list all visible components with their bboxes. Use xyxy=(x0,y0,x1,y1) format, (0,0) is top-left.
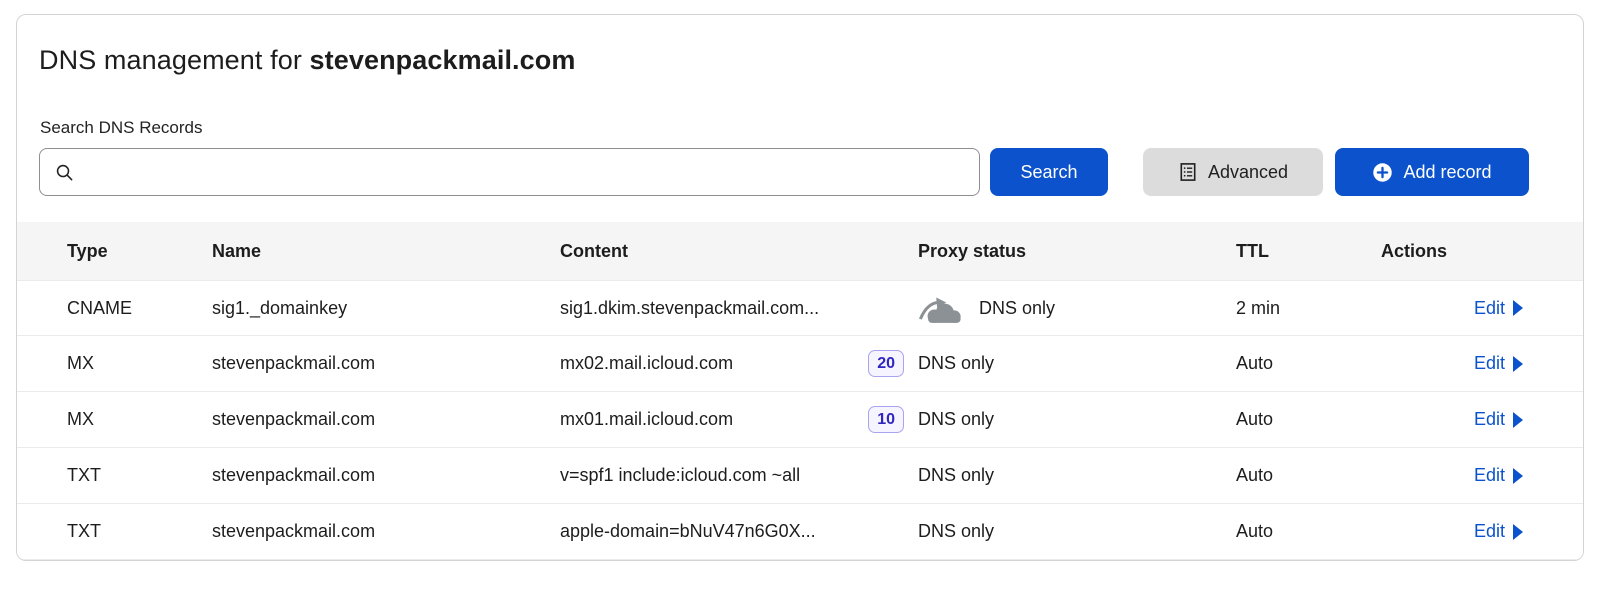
edit-link[interactable]: Edit xyxy=(1474,353,1523,374)
edit-caret-icon xyxy=(1513,524,1523,540)
edit-caret-icon xyxy=(1513,412,1523,428)
cell-ttl: Auto xyxy=(1236,465,1381,486)
priority-badge: 20 xyxy=(868,350,904,377)
add-record-button[interactable]: Add record xyxy=(1335,148,1529,196)
record-content-text: apple-domain=bNuV47n6G0X... xyxy=(560,521,816,542)
dns-management-card: DNS management for stevenpackmail.com Se… xyxy=(16,14,1584,561)
cloud-arrow-icon xyxy=(918,293,964,324)
proxy-status-text: DNS only xyxy=(918,353,994,374)
cell-record-name: stevenpackmail.com xyxy=(212,353,560,374)
cell-proxy-status: DNS only xyxy=(918,353,1236,374)
list-document-icon xyxy=(1178,162,1198,182)
edit-link[interactable]: Edit xyxy=(1474,465,1523,486)
record-content-text: sig1.dkim.stevenpackmail.com... xyxy=(560,298,819,319)
page-title-domain: stevenpackmail.com xyxy=(310,45,576,75)
cell-proxy-status: DNS only xyxy=(918,409,1236,430)
proxy-status-text: DNS only xyxy=(918,465,994,486)
edit-caret-icon xyxy=(1513,356,1523,372)
cell-record-content: apple-domain=bNuV47n6G0X... xyxy=(560,521,918,542)
edit-link-label: Edit xyxy=(1474,465,1505,486)
cell-ttl: Auto xyxy=(1236,353,1381,374)
search-label: Search DNS Records xyxy=(40,118,1561,138)
cell-record-content: sig1.dkim.stevenpackmail.com... xyxy=(560,298,918,319)
cell-ttl: 2 min xyxy=(1236,298,1381,319)
cell-actions: Edit xyxy=(1381,353,1523,374)
advanced-button[interactable]: Advanced xyxy=(1143,148,1323,196)
proxy-status-text: DNS only xyxy=(979,298,1055,319)
cell-proxy-status: DNS only xyxy=(918,465,1236,486)
search-row: Search Advanced xyxy=(39,148,1529,196)
edit-caret-icon xyxy=(1513,300,1523,316)
edit-caret-icon xyxy=(1513,468,1523,484)
cell-record-type: MX xyxy=(67,353,212,374)
search-icon xyxy=(54,162,75,183)
record-content-text: v=spf1 include:icloud.com ~all xyxy=(560,465,800,486)
edit-link-label: Edit xyxy=(1474,409,1505,430)
cell-record-content: v=spf1 include:icloud.com ~all xyxy=(560,465,918,486)
edit-link-label: Edit xyxy=(1474,353,1505,374)
cell-record-name: stevenpackmail.com xyxy=(212,521,560,542)
cell-actions: Edit xyxy=(1381,409,1523,430)
cell-proxy-status: DNS only xyxy=(918,293,1236,324)
table-row: CNAME sig1._domainkey sig1.dkim.stevenpa… xyxy=(17,280,1583,336)
proxy-status-text: DNS only xyxy=(918,409,994,430)
table-row: TXT stevenpackmail.com apple-domain=bNuV… xyxy=(17,504,1583,560)
plus-circle-icon xyxy=(1372,162,1393,183)
column-header-proxy-status: Proxy status xyxy=(918,241,1236,262)
cell-ttl: Auto xyxy=(1236,521,1381,542)
cell-record-type: MX xyxy=(67,409,212,430)
cell-actions: Edit xyxy=(1381,465,1523,486)
column-header-ttl: TTL xyxy=(1236,241,1381,262)
dns-records-table: Type Name Content Proxy status TTL Actio… xyxy=(17,222,1583,560)
edit-link[interactable]: Edit xyxy=(1474,521,1523,542)
search-button[interactable]: Search xyxy=(990,148,1108,196)
proxy-status-text: DNS only xyxy=(918,521,994,542)
edit-link[interactable]: Edit xyxy=(1474,298,1523,319)
edit-link[interactable]: Edit xyxy=(1474,409,1523,430)
search-input[interactable] xyxy=(85,161,967,183)
cell-record-name: sig1._domainkey xyxy=(212,298,560,319)
cell-actions: Edit xyxy=(1381,521,1523,542)
record-content-text: mx02.mail.icloud.com xyxy=(560,353,733,374)
column-header-actions: Actions xyxy=(1381,241,1523,262)
edit-link-label: Edit xyxy=(1474,521,1505,542)
column-header-content: Content xyxy=(560,241,918,262)
record-content-text: mx01.mail.icloud.com xyxy=(560,409,733,430)
search-input-box[interactable] xyxy=(39,148,980,196)
cell-record-type: TXT xyxy=(67,521,212,542)
cell-record-type: TXT xyxy=(67,465,212,486)
page-title: DNS management for stevenpackmail.com xyxy=(39,45,1561,76)
edit-link-label: Edit xyxy=(1474,298,1505,319)
cell-record-content: mx02.mail.icloud.com 20 xyxy=(560,350,918,377)
table-row: MX stevenpackmail.com mx01.mail.icloud.c… xyxy=(17,392,1583,448)
cell-record-type: CNAME xyxy=(67,298,212,319)
table-body: CNAME sig1._domainkey sig1.dkim.stevenpa… xyxy=(17,280,1583,560)
table-header-row: Type Name Content Proxy status TTL Actio… xyxy=(17,222,1583,280)
table-row: TXT stevenpackmail.com v=spf1 include:ic… xyxy=(17,448,1583,504)
priority-badge: 10 xyxy=(868,406,904,433)
column-header-name: Name xyxy=(212,241,560,262)
table-row: MX stevenpackmail.com mx02.mail.icloud.c… xyxy=(17,336,1583,392)
cell-actions: Edit xyxy=(1381,298,1523,319)
cell-proxy-status: DNS only xyxy=(918,521,1236,542)
cell-record-name: stevenpackmail.com xyxy=(212,465,560,486)
column-header-type: Type xyxy=(67,241,212,262)
cell-record-name: stevenpackmail.com xyxy=(212,409,560,430)
cell-record-content: mx01.mail.icloud.com 10 xyxy=(560,406,918,433)
cell-ttl: Auto xyxy=(1236,409,1381,430)
page-title-prefix: DNS management for xyxy=(39,45,302,75)
